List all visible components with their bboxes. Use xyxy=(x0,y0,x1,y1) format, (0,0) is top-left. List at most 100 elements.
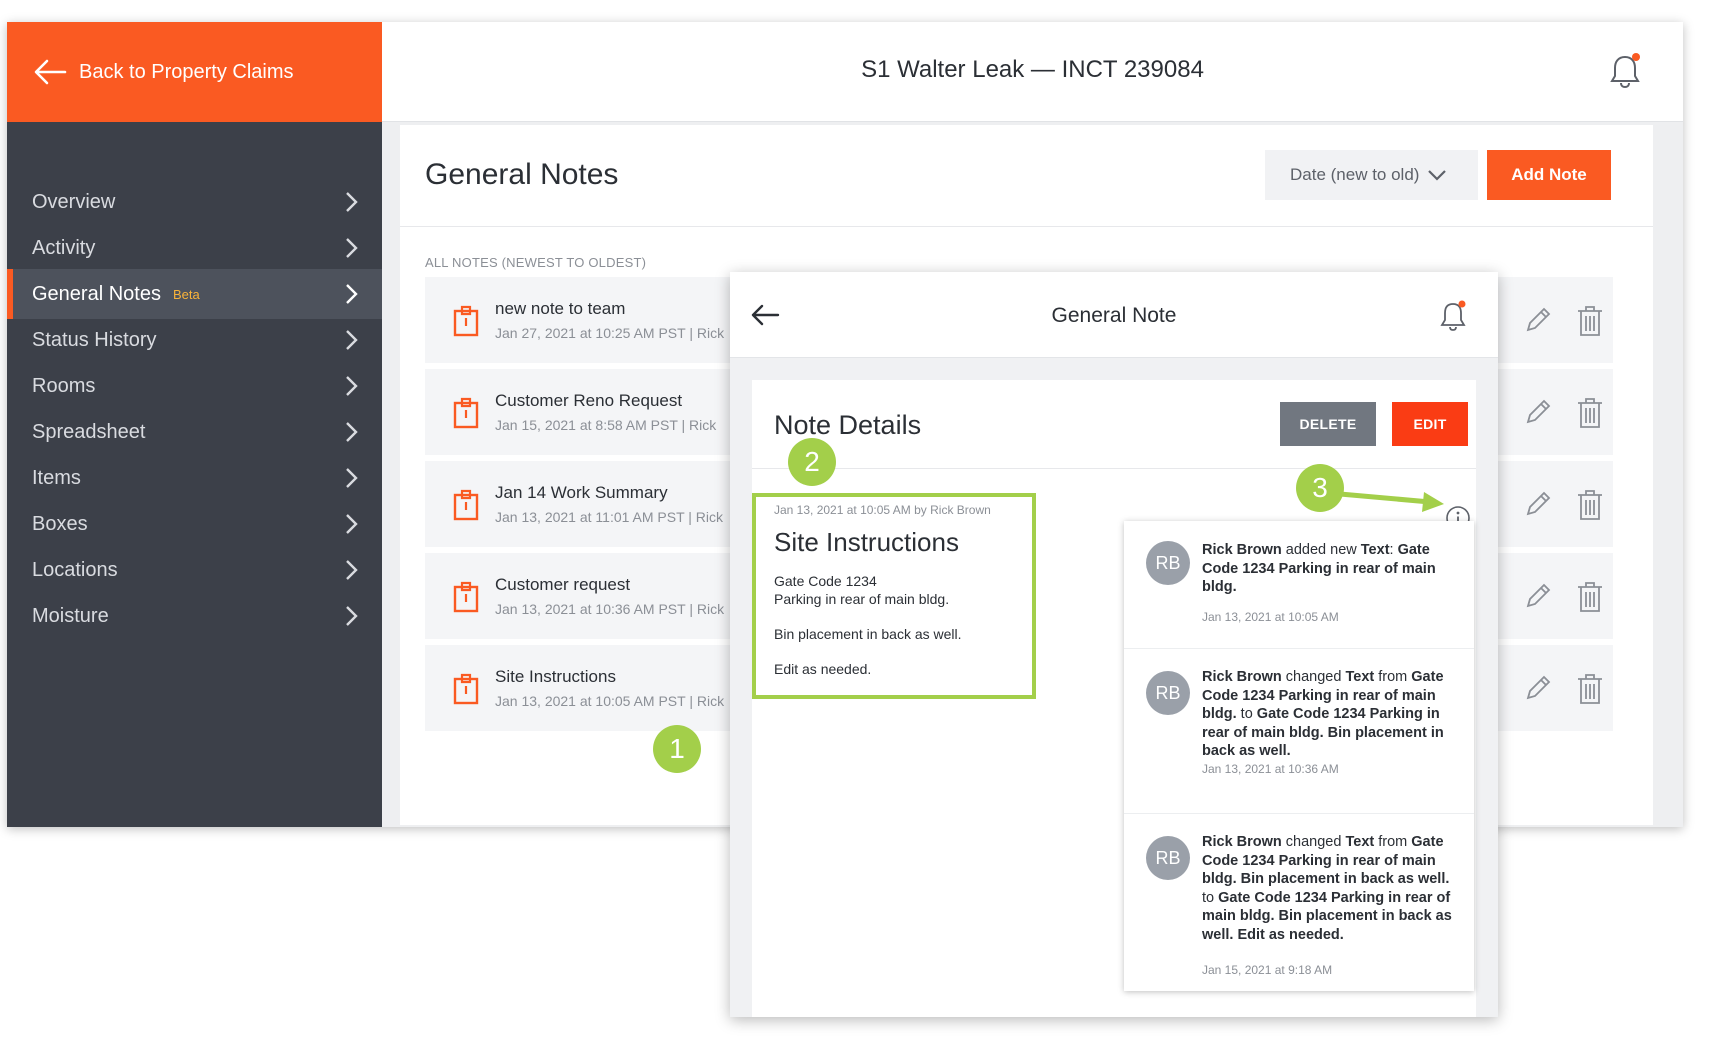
clipboard-icon xyxy=(453,581,479,613)
trash-icon[interactable] xyxy=(1576,305,1604,337)
avatar: RB xyxy=(1146,541,1190,585)
chevron-right-icon xyxy=(346,606,358,626)
history-text: Rick Brown added new Text: Gate Code 123… xyxy=(1202,542,1436,595)
notification-dot xyxy=(1458,300,1466,308)
trash-icon[interactable] xyxy=(1576,581,1604,613)
note-meta: Jan 13, 2021 at 10:05 AM PST | Rick xyxy=(495,693,725,709)
history-text: Rick Brown changed Text from Gate Code 1… xyxy=(1202,834,1452,943)
note-title: new note to team xyxy=(495,299,626,318)
note-title: Site Instructions xyxy=(495,667,616,686)
sidebar-item-activity[interactable]: Activity xyxy=(7,223,382,273)
note-meta: Jan 27, 2021 at 10:25 AM PST | Rick xyxy=(495,325,725,341)
arrow-left-icon xyxy=(34,59,67,85)
page-title: S1 Walter Leak — INCT 239084 xyxy=(861,56,1204,83)
sidebar-item-boxes[interactable]: Boxes xyxy=(7,499,382,549)
chevron-right-icon xyxy=(346,468,358,488)
note-line: Edit as needed. xyxy=(774,661,872,677)
sidebar-item-items[interactable]: Items xyxy=(7,453,382,503)
sidebar-item-label: Boxes xyxy=(32,512,88,535)
avatar: RB xyxy=(1146,671,1190,715)
sidebar-item-label: Rooms xyxy=(32,374,96,397)
modal-header: General Note xyxy=(730,272,1498,358)
history-entry: RB Rick Brown changed Text from Gate Cod… xyxy=(1124,814,1474,991)
note-content-highlight: Jan 13, 2021 at 10:05 AM by Rick Brown S… xyxy=(752,493,1036,699)
sidebar-item-rooms[interactable]: Rooms xyxy=(7,361,382,411)
page-header: S1 Walter Leak — INCT 239084 xyxy=(382,22,1683,122)
sidebar-item-label: Spreadsheet xyxy=(32,420,146,443)
note-title: Customer Reno Request xyxy=(495,391,683,410)
history-date: Jan 15, 2021 at 9:18 AM xyxy=(1202,963,1333,977)
pencil-icon[interactable] xyxy=(1523,581,1553,611)
edit-button[interactable]: EDIT xyxy=(1392,402,1468,446)
history-entry: RB Rick Brown added new Text: Gate Code … xyxy=(1124,521,1474,649)
note-meta: Jan 13, 2021 at 10:05 AM by Rick Brown xyxy=(774,503,991,517)
pencil-icon[interactable] xyxy=(1523,673,1553,703)
change-history-popover: RB Rick Brown added new Text: Gate Code … xyxy=(1124,521,1474,991)
section-title: General Notes xyxy=(425,158,619,191)
trash-icon[interactable] xyxy=(1576,397,1604,429)
bell-icon[interactable] xyxy=(1607,52,1643,90)
add-note-button[interactable]: Add Note xyxy=(1487,150,1611,200)
callout-3: 3 xyxy=(1296,464,1344,512)
trash-icon[interactable] xyxy=(1576,489,1604,521)
note-line: Parking in rear of main bldg. xyxy=(774,591,950,607)
pencil-icon[interactable] xyxy=(1523,397,1553,427)
avatar: RB xyxy=(1146,836,1190,880)
note-title: Site Instructions xyxy=(774,527,959,557)
details-title: Note Details xyxy=(774,410,922,440)
history-text: Rick Brown changed Text from Gate Code 1… xyxy=(1202,669,1444,759)
chevron-right-icon xyxy=(346,192,358,212)
chevron-right-icon xyxy=(346,238,358,258)
sidebar-item-label: Items xyxy=(32,466,81,489)
clipboard-icon xyxy=(453,489,479,521)
sidebar-item-spreadsheet[interactable]: Spreadsheet xyxy=(7,407,382,457)
chevron-right-icon xyxy=(346,560,358,580)
sort-label: Date (new to old) xyxy=(1290,165,1420,184)
note-details-card: Note Details DELETE EDIT 2 Jan 13, 2021 … xyxy=(752,380,1476,1017)
sidebar-item-locations[interactable]: Locations xyxy=(7,545,382,595)
trash-icon[interactable] xyxy=(1576,673,1604,705)
history-date: Jan 13, 2021 at 10:05 AM xyxy=(1202,610,1339,624)
sidebar-item-label: Activity xyxy=(32,236,96,259)
note-meta: Jan 15, 2021 at 8:58 AM PST | Rick xyxy=(495,417,717,433)
notification-dot xyxy=(1632,53,1640,61)
clipboard-icon xyxy=(453,305,479,337)
chevron-right-icon xyxy=(346,284,358,304)
history-date: Jan 13, 2021 at 10:36 AM xyxy=(1202,762,1339,776)
divider xyxy=(400,226,1653,227)
beta-badge: Beta xyxy=(172,286,200,302)
chevron-right-icon xyxy=(346,376,358,396)
chevron-right-icon xyxy=(346,422,358,442)
list-caption: ALL NOTES (NEWEST TO OLDEST) xyxy=(425,255,647,270)
chevron-right-icon xyxy=(346,330,358,350)
note-title: Jan 14 Work Summary xyxy=(495,483,668,502)
callout-1: 1 xyxy=(653,725,701,773)
delete-button[interactable]: DELETE xyxy=(1280,402,1376,446)
chevron-down-icon xyxy=(1428,170,1447,181)
note-line: Bin placement in back as well. xyxy=(774,626,962,642)
pencil-icon[interactable] xyxy=(1523,489,1553,519)
sidebar-item-general-notes[interactable]: General Notes Beta xyxy=(7,269,382,319)
chevron-right-icon xyxy=(346,514,358,534)
clipboard-icon xyxy=(453,397,479,429)
sidebar-item-label: Moisture xyxy=(32,604,109,627)
note-line: Gate Code 1234 xyxy=(774,573,877,589)
back-label: Back to Property Claims xyxy=(79,60,294,83)
clipboard-icon xyxy=(453,673,479,705)
sort-dropdown[interactable]: Date (new to old) xyxy=(1265,150,1478,200)
note-meta: Jan 13, 2021 at 10:36 AM PST | Rick xyxy=(495,601,725,617)
history-entry: RB Rick Brown changed Text from Gate Cod… xyxy=(1124,649,1474,814)
sidebar-item-label: Status History xyxy=(32,328,157,351)
bell-icon[interactable] xyxy=(1438,300,1468,332)
sidebar-item-moisture[interactable]: Moisture xyxy=(7,591,382,641)
pencil-icon[interactable] xyxy=(1523,305,1553,335)
sidebar-item-label: Overview xyxy=(32,190,116,213)
sidebar-item-label: General Notes xyxy=(32,282,161,305)
sidebar-item-status-history[interactable]: Status History xyxy=(7,315,382,365)
modal-title: General Note xyxy=(1051,304,1177,327)
back-to-property-claims-link[interactable]: Back to Property Claims xyxy=(7,22,382,122)
sidebar-item-overview[interactable]: Overview xyxy=(7,177,382,227)
note-title: Customer request xyxy=(495,575,631,594)
callout-2: 2 xyxy=(788,438,836,486)
general-note-modal: General Note Note Details DELETE EDIT 2 … xyxy=(730,272,1498,1017)
